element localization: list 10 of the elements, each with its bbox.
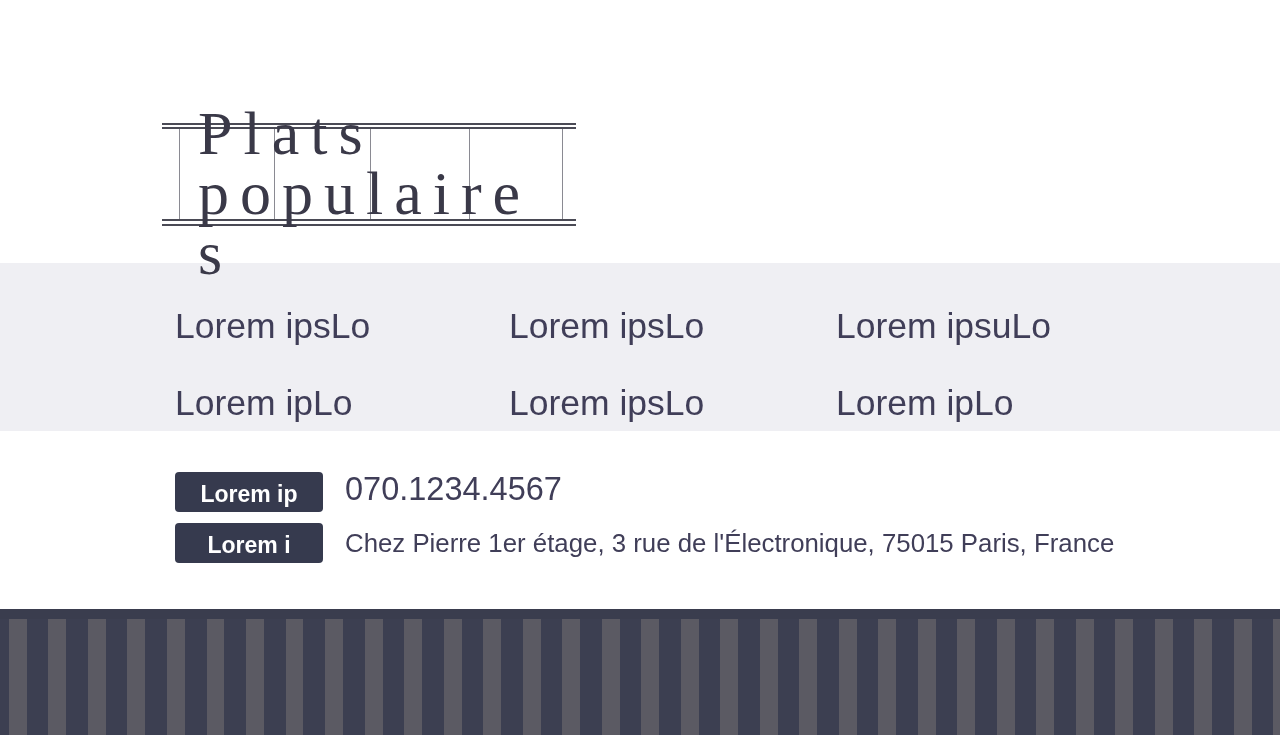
dish-name: Lorem ipsLo <box>175 306 371 347</box>
address-text: Chez Pierre 1er étage, 3 rue de l'Électronique, 75015 Paris, France <box>345 528 1115 558</box>
dish-name: Lorem ipsuLo <box>836 306 1052 347</box>
phone-number: 070.1234.4567 <box>345 470 562 508</box>
dish-name: Lorem ipsLo <box>509 383 705 424</box>
dish-name: Lorem ipsLo <box>509 306 705 347</box>
dish-name: Lorem ipLo <box>836 383 1014 424</box>
contact-label: Lorem i <box>175 523 323 563</box>
contact-label: Lorem ip <box>175 472 323 512</box>
dish-name: Lorem ipLo <box>175 383 353 424</box>
